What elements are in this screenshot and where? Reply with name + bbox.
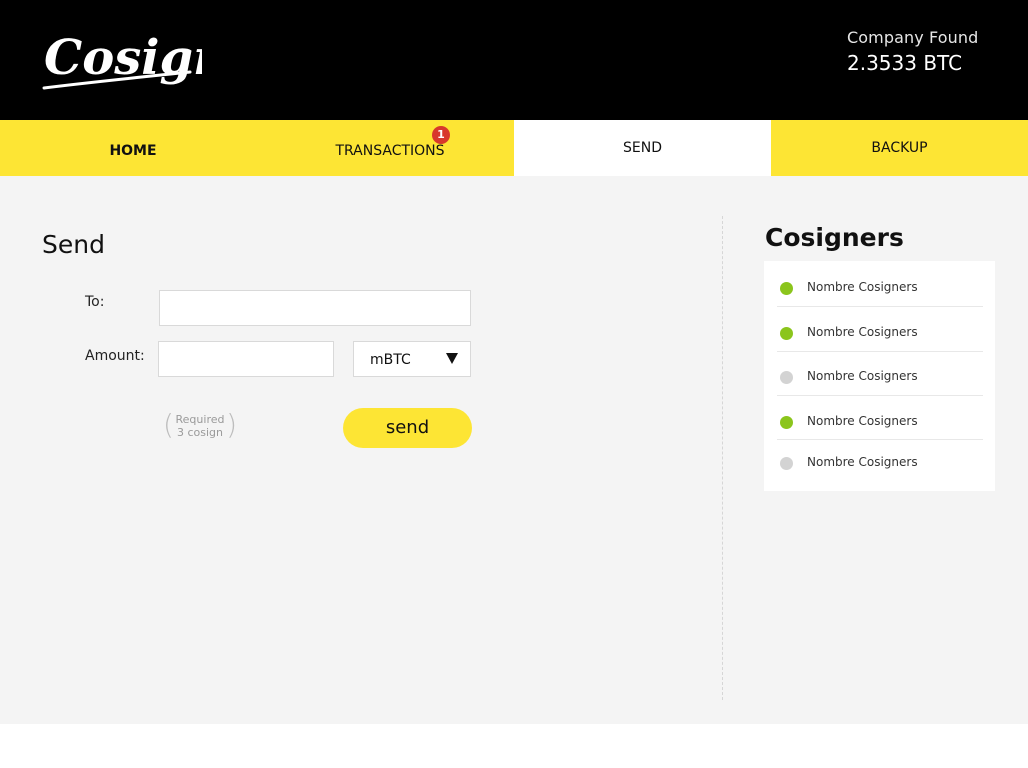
company-info: Company Found 2.3533 BTC bbox=[847, 28, 978, 75]
company-name: Company Found bbox=[847, 28, 979, 47]
cosign-logo[interactable]: Cosign bbox=[42, 26, 202, 96]
tab-backup-label: BACKUP bbox=[871, 140, 928, 156]
amount-input[interactable] bbox=[158, 341, 334, 377]
unit-select-value: mBTC bbox=[370, 352, 411, 368]
status-offline-icon bbox=[780, 457, 793, 470]
unit-select[interactable]: mBTC bbox=[353, 341, 471, 377]
dropdown-arrow-icon bbox=[446, 353, 458, 364]
company-balance: 2.3533 BTC bbox=[847, 51, 963, 75]
status-offline-icon bbox=[780, 371, 793, 384]
tab-transactions[interactable]: TRANSACTIONS 1 bbox=[266, 120, 514, 176]
tab-send-label: SEND bbox=[623, 140, 662, 156]
cosigner-item: Nombre Cosigners bbox=[777, 441, 983, 485]
tab-home[interactable]: HOME bbox=[0, 120, 266, 176]
notification-badge: 1 bbox=[432, 126, 450, 144]
tab-home-label: HOME bbox=[109, 143, 157, 159]
cosigner-item: Nombre Cosigners bbox=[777, 263, 983, 307]
tab-send[interactable]: SEND bbox=[514, 120, 771, 176]
main-content: Send To: Amount: mBTC ( Required 3 cosig… bbox=[0, 176, 1028, 724]
cosigner-item: Nombre Cosigners bbox=[777, 396, 983, 440]
cosigner-name: Nombre Cosigners bbox=[807, 280, 918, 294]
tab-transactions-label: TRANSACTIONS bbox=[335, 143, 445, 159]
send-button[interactable]: send bbox=[343, 408, 472, 448]
to-label: To: bbox=[85, 294, 105, 310]
app-header: Cosign Company Found 2.3533 BTC bbox=[0, 0, 1028, 120]
amount-label: Amount: bbox=[85, 348, 145, 364]
required-cosign-note: ( Required 3 cosign ) bbox=[163, 408, 237, 442]
cosigner-item: Nombre Cosigners bbox=[777, 308, 983, 352]
right-paren-icon: ) bbox=[226, 408, 237, 441]
tab-backup[interactable]: BACKUP bbox=[771, 120, 1028, 176]
to-address-input[interactable] bbox=[159, 290, 471, 326]
status-online-icon bbox=[780, 282, 793, 295]
status-online-icon bbox=[780, 327, 793, 340]
cosigner-name: Nombre Cosigners bbox=[807, 369, 918, 383]
main-nav: HOME TRANSACTIONS 1 SEND BACKUP bbox=[0, 120, 1028, 176]
cosigner-name: Nombre Cosigners bbox=[807, 455, 918, 469]
column-divider bbox=[722, 216, 723, 700]
cosigner-name: Nombre Cosigners bbox=[807, 414, 918, 428]
status-online-icon bbox=[780, 416, 793, 429]
cosigners-list: Nombre Cosigners Nombre Cosigners Nombre… bbox=[764, 261, 995, 491]
cosigners-title: Cosigners bbox=[765, 223, 904, 252]
page-title: Send bbox=[42, 230, 105, 259]
cosigner-item: Nombre Cosigners bbox=[777, 352, 983, 396]
cosigner-name: Nombre Cosigners bbox=[807, 325, 918, 339]
